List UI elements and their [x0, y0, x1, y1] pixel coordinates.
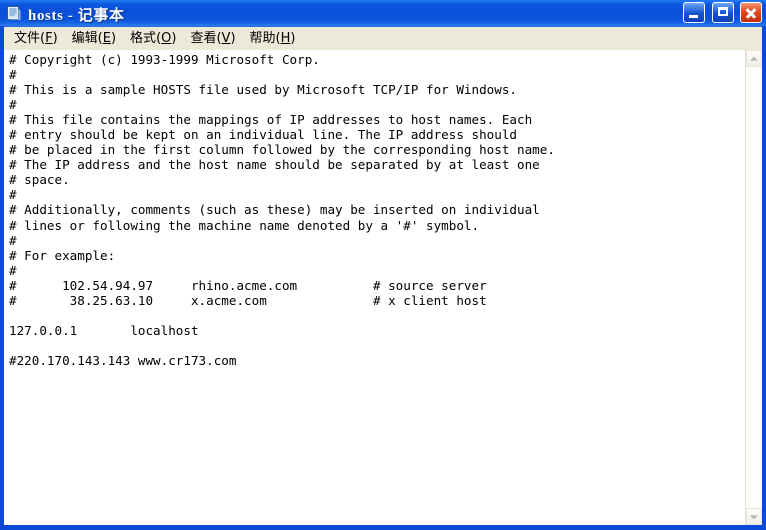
- menu-item-view-accel: V: [221, 31, 231, 46]
- menu-item-file[interactable]: 文件(F): [7, 27, 65, 50]
- scroll-down-arrow-icon: [750, 514, 758, 519]
- menu-item-edit[interactable]: 编辑(E): [65, 27, 123, 50]
- editor-content[interactable]: # Copyright (c) 1993-1999 Microsoft Corp…: [9, 52, 555, 368]
- client-area: # Copyright (c) 1993-1999 Microsoft Corp…: [4, 50, 762, 525]
- scroll-up-arrow-icon: [750, 56, 758, 61]
- scroll-down-button[interactable]: [746, 508, 762, 525]
- notepad-icon: [6, 5, 22, 21]
- window-title: hosts - 记事本: [28, 8, 125, 24]
- menu-item-file-label: 文件: [14, 31, 41, 46]
- close-icon: [741, 3, 761, 22]
- window-border-bottom: [0, 525, 766, 530]
- caption-button-group: [681, 2, 762, 24]
- menu-item-help-label: 帮助: [249, 31, 276, 46]
- maximize-button[interactable]: [711, 2, 734, 23]
- scroll-up-button[interactable]: [746, 50, 762, 67]
- title-bar[interactable]: hosts - 记事本: [0, 0, 766, 27]
- scrollbar-track[interactable]: [746, 67, 762, 508]
- menu-item-edit-accel: E: [102, 31, 111, 46]
- menu-item-format-label: 格式: [130, 31, 157, 46]
- text-editor-area[interactable]: # Copyright (c) 1993-1999 Microsoft Corp…: [4, 50, 745, 525]
- menu-item-file-accel: F: [45, 31, 53, 46]
- notepad-window: hosts - 记事本 文件(F) 编辑(E) 格式(O) 查看(V) 帮助(H) # …: [0, 0, 766, 530]
- menu-item-help-accel: H: [280, 31, 291, 46]
- menu-item-help[interactable]: 帮助(H): [243, 27, 303, 50]
- menu-item-edit-label: 编辑: [71, 31, 98, 46]
- maximize-icon: [713, 3, 733, 22]
- menu-item-format-accel: O: [161, 31, 172, 46]
- menu-item-format[interactable]: 格式(O): [123, 27, 183, 50]
- vertical-scrollbar[interactable]: [745, 50, 762, 525]
- menu-item-view[interactable]: 查看(V): [183, 27, 242, 50]
- close-button[interactable]: [740, 2, 762, 23]
- menu-bar: 文件(F) 编辑(E) 格式(O) 查看(V) 帮助(H): [4, 27, 762, 50]
- window-border-left: [0, 26, 4, 530]
- menu-item-view-label: 查看: [190, 31, 217, 46]
- minimize-icon: [684, 3, 704, 22]
- minimize-button[interactable]: [683, 2, 706, 23]
- window-border-right: [762, 26, 766, 530]
